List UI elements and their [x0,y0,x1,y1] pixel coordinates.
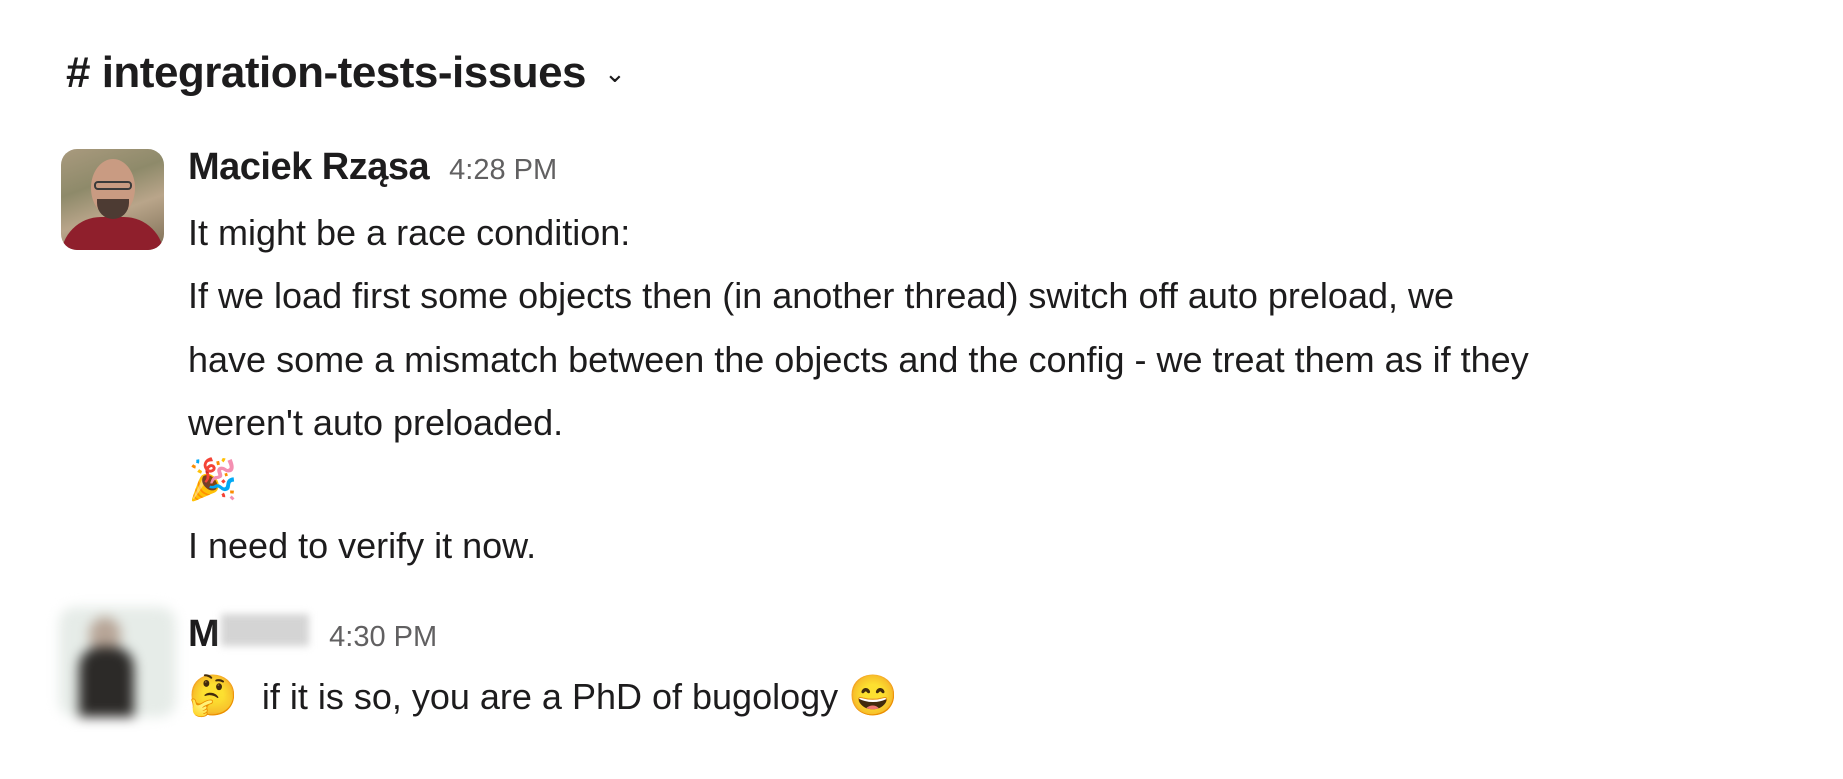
author-name[interactable]: M [188,613,310,656]
author-name[interactable]: Maciek Rząsa [188,146,430,189]
chevron-down-icon: ⌄ [604,57,626,88]
message-line: 🤔 if it is so, you are a PhD of bugology… [188,674,898,719]
timestamp[interactable]: 4:28 PM [449,154,557,187]
smile-emoji: 😄 [848,674,898,718]
thinking-face-emoji: 🤔 [188,674,238,718]
message-line: It might be a race condition: [188,212,631,253]
message-line: weren't auto preloaded. [188,402,564,443]
message-line: If we load first some objects then (in a… [188,275,1455,316]
timestamp[interactable]: 4:30 PM [329,621,437,654]
message-text: if it is so, you are a PhD of bugology [261,676,839,717]
avatar[interactable] [61,149,164,250]
message-line: I need to verify it now. [188,525,537,566]
party-popper-emoji: 🎉 [188,458,238,502]
channel-title-button[interactable]: # integration-tests-issues ⌄ [66,48,626,98]
message-line: have some a mismatch between the objects… [188,339,1529,380]
avatar[interactable] [59,607,176,717]
redacted-name [221,614,310,646]
channel-name: # integration-tests-issues [66,48,587,97]
